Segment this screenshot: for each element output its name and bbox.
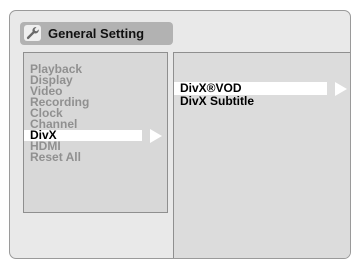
menu-item-label: Reset All <box>30 150 81 164</box>
submenu-item-label: DivX®VOD <box>180 81 242 95</box>
menu-list: Playback Display Video Recording Clock C… <box>24 63 167 164</box>
wrench-icon <box>24 25 41 41</box>
submenu-item-label: DivX Subtitle <box>180 94 255 108</box>
title-bar: General Setting <box>20 22 173 45</box>
page-title: General Setting <box>48 26 145 41</box>
settings-screen: General Setting Playback Display Video R… <box>9 10 351 259</box>
submenu-list: DivX®VOD DivX Subtitle <box>174 81 350 108</box>
menu-item-reset-all[interactable]: Reset All <box>24 150 167 164</box>
settings-menu: Playback Display Video Recording Clock C… <box>23 52 168 213</box>
submenu-panel: DivX®VOD DivX Subtitle <box>173 52 350 258</box>
arrow-right-icon <box>335 81 347 96</box>
submenu-item-divx-subtitle[interactable]: DivX Subtitle <box>174 94 350 108</box>
